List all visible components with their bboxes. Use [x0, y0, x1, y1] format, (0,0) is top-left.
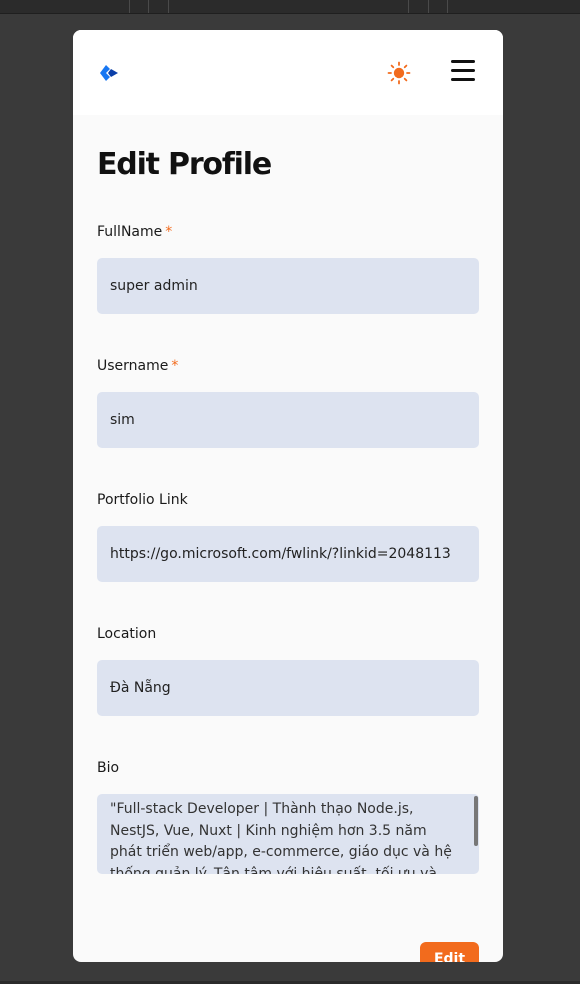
sun-icon[interactable] — [387, 61, 411, 85]
required-marker: * — [165, 224, 173, 240]
tab-divider — [129, 0, 130, 13]
username-label: Username * — [97, 358, 178, 374]
fullname-label-text: FullName — [97, 224, 163, 240]
bio-text: "Full-stack Developer | Thành thạo Node.… — [110, 801, 452, 874]
username-input[interactable]: sim — [97, 392, 479, 448]
app-header — [73, 30, 503, 115]
edit-profile-card: Edit Profile FullName * super admin Usern… — [73, 30, 503, 962]
tab-divider — [168, 0, 169, 13]
fullname-label: FullName * — [97, 224, 172, 240]
tab-divider — [148, 0, 149, 13]
location-input[interactable]: Đà Nẵng — [97, 660, 479, 716]
portfolio-link-input[interactable]: https://go.microsoft.com/fwlink/?linkid=… — [97, 526, 479, 582]
page-title: Edit Profile — [97, 147, 272, 182]
required-marker: * — [171, 358, 179, 374]
window-top-bar — [0, 0, 580, 14]
location-label: Location — [97, 626, 157, 642]
fullname-input[interactable]: super admin — [97, 258, 479, 314]
bio-textarea[interactable]: "Full-stack Developer | Thành thạo Node.… — [97, 794, 479, 874]
menu-bar — [451, 78, 475, 81]
bio-label: Bio — [97, 760, 120, 776]
portfolio-link-label: Portfolio Link — [97, 492, 188, 508]
hamburger-menu-icon[interactable] — [451, 60, 475, 81]
tab-divider — [408, 0, 409, 13]
username-label-text: Username — [97, 358, 169, 374]
tab-divider — [428, 0, 429, 13]
bio-scrollbar[interactable] — [474, 796, 478, 846]
brand-logo-icon[interactable] — [98, 64, 120, 82]
edit-button[interactable]: Edit — [420, 942, 479, 962]
tab-divider — [447, 0, 448, 13]
menu-bar — [451, 60, 475, 63]
menu-bar — [451, 69, 475, 72]
